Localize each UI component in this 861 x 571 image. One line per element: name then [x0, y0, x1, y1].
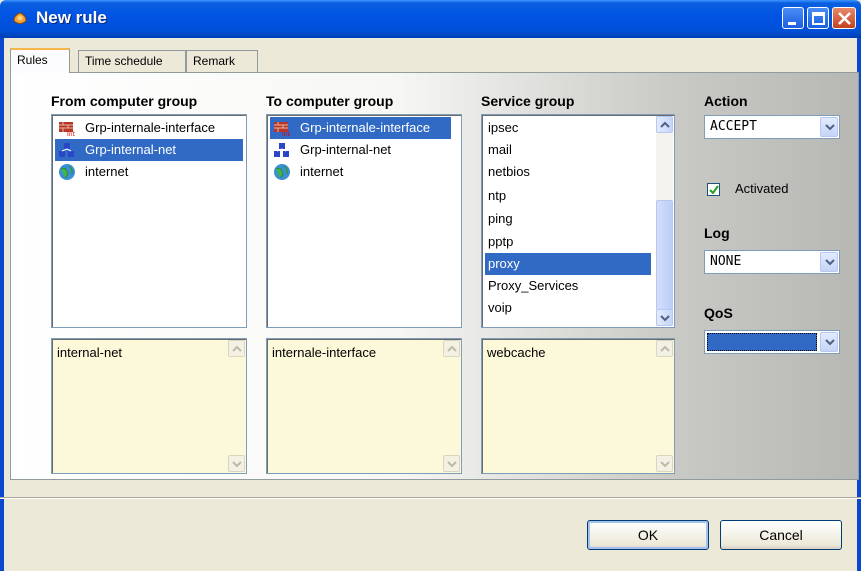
scroll-down-button[interactable] — [443, 455, 460, 472]
to-group-item[interactable]: Grp-internal-net — [270, 139, 458, 161]
service-item[interactable]: pptp — [485, 231, 651, 253]
service-item[interactable]: ping — [485, 208, 651, 230]
to-group-memo[interactable]: internale-interface — [266, 338, 462, 474]
qos-dropdown-button[interactable] — [820, 332, 838, 352]
tab-time-schedule[interactable]: Time schedule — [78, 50, 186, 72]
network-group-icon — [272, 141, 292, 159]
memo-scrollbar[interactable] — [228, 340, 245, 472]
cancel-button[interactable]: Cancel — [720, 520, 842, 550]
to-group-list[interactable]: Int Grp-internale-interface Grp-internal… — [266, 114, 462, 328]
activated-label: Activated — [735, 181, 789, 196]
chevron-down-icon — [447, 461, 457, 468]
service-group-memo-text: webcache — [487, 345, 546, 360]
checkmark-icon — [709, 185, 719, 195]
qos-select[interactable] — [704, 330, 840, 354]
from-group-item[interactable]: Int Grp-internale-interface — [55, 117, 243, 139]
action-dropdown-button[interactable] — [820, 117, 838, 137]
globe-icon — [272, 163, 292, 181]
firewall-interface-icon: Int — [272, 119, 292, 138]
scroll-up-button[interactable] — [656, 340, 673, 357]
service-item[interactable]: ipsec — [485, 117, 651, 139]
window-frame-left — [0, 38, 4, 571]
chevron-down-icon — [825, 124, 835, 131]
action-select[interactable]: ACCEPT — [704, 115, 840, 139]
chevron-up-icon — [232, 345, 242, 352]
from-group-memo-text: internal-net — [57, 345, 123, 360]
ok-button[interactable]: OK — [587, 520, 709, 550]
network-group-icon — [57, 141, 77, 159]
log-select[interactable]: NONE — [704, 250, 840, 274]
memo-scrollbar[interactable] — [656, 340, 673, 472]
svg-text:Int: Int — [282, 131, 291, 137]
service-group-memo[interactable]: webcache — [481, 338, 675, 474]
service-group-label: Service group — [481, 93, 575, 109]
service-group-list[interactable]: ipsec mail netbios ntp ping pptp proxy P… — [481, 114, 675, 328]
scroll-up-button[interactable] — [443, 340, 460, 357]
service-item[interactable]: voip — [485, 297, 651, 319]
service-item[interactable]: Proxy_Services — [485, 275, 651, 297]
service-item[interactable]: proxy — [485, 253, 651, 275]
from-group-memo[interactable]: internal-net — [51, 338, 247, 474]
chevron-up-icon — [660, 345, 670, 352]
scroll-down-button[interactable] — [656, 455, 673, 472]
log-label: Log — [704, 225, 730, 241]
rules-panel: From computer group Int Grp-internale-in… — [10, 72, 859, 480]
title-bar[interactable]: New rule — [0, 0, 861, 38]
maximize-icon — [812, 12, 825, 25]
chevron-down-icon — [825, 259, 835, 266]
scroll-up-button[interactable] — [656, 116, 673, 133]
svg-text:Int: Int — [67, 131, 76, 137]
from-group-item[interactable]: internet — [55, 161, 243, 183]
from-group-item[interactable]: Grp-internal-net — [55, 139, 243, 161]
chevron-down-icon — [660, 461, 670, 468]
chevron-up-icon — [447, 345, 457, 352]
to-group-memo-text: internale-interface — [272, 345, 377, 360]
close-icon — [838, 12, 851, 25]
service-item[interactable]: ntp — [485, 185, 651, 207]
activated-checkbox[interactable] — [707, 183, 720, 196]
tab-remark[interactable]: Remark — [186, 50, 258, 72]
close-button[interactable] — [832, 7, 856, 29]
from-group-label: From computer group — [51, 93, 198, 109]
chevron-down-icon — [825, 339, 835, 346]
chevron-down-icon — [660, 315, 670, 322]
service-list-scrollbar[interactable] — [656, 116, 673, 326]
action-value: ACCEPT — [710, 119, 757, 134]
scroll-thumb[interactable] — [656, 200, 673, 310]
to-group-item[interactable]: internet — [270, 161, 458, 183]
scroll-down-button[interactable] — [656, 309, 673, 326]
service-item[interactable]: mail — [485, 139, 651, 161]
globe-icon — [57, 163, 77, 181]
chevron-up-icon — [660, 121, 670, 128]
service-item[interactable]: netbios — [485, 161, 651, 183]
maximize-button[interactable] — [807, 7, 829, 29]
scroll-up-button[interactable] — [228, 340, 245, 357]
minimize-button[interactable] — [782, 7, 804, 29]
qos-value — [707, 333, 817, 351]
window-title: New rule — [36, 8, 107, 27]
memo-scrollbar[interactable] — [443, 340, 460, 472]
to-group-label: To computer group — [266, 93, 394, 109]
firewall-interface-icon: Int — [57, 119, 77, 138]
app-icon — [10, 9, 30, 29]
action-label: Action — [704, 93, 748, 109]
tab-rules[interactable]: Rules — [10, 48, 70, 73]
scroll-down-button[interactable] — [228, 455, 245, 472]
from-group-list[interactable]: Int Grp-internale-interface Grp-internal… — [51, 114, 247, 328]
to-group-item[interactable]: Int Grp-internale-interface — [270, 117, 451, 139]
minimize-icon — [788, 22, 796, 25]
chevron-down-icon — [232, 461, 242, 468]
footer-divider — [0, 497, 861, 499]
log-value: NONE — [710, 254, 742, 269]
qos-label: QoS — [704, 305, 733, 321]
log-dropdown-button[interactable] — [820, 252, 838, 272]
